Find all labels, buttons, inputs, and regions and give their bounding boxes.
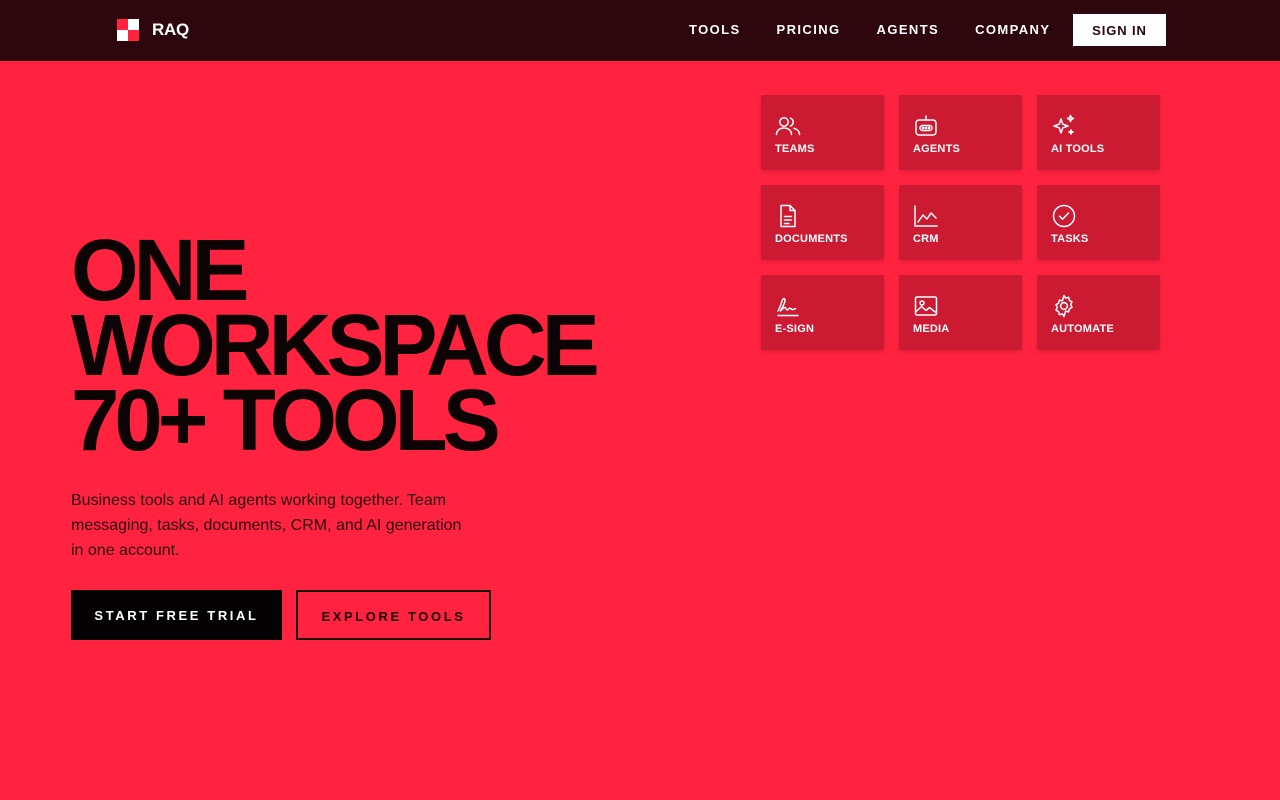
nav-link-company[interactable]: COMPANY [975, 21, 1050, 39]
signature-icon [775, 293, 801, 319]
document-icon [775, 203, 801, 229]
navbar: RAQ TOOLS PRICING AGENTS COMPANY SIGN IN [0, 0, 1280, 61]
chart-line-icon [913, 203, 939, 229]
tool-card-crm[interactable]: CRM [899, 185, 1022, 260]
tool-label: E-SIGN [775, 323, 815, 335]
logo-text: RAQ [152, 20, 189, 39]
tool-label: AI TOOLS [1051, 143, 1105, 155]
logo-icon [117, 19, 139, 41]
tool-label: TASKS [1051, 233, 1089, 245]
tool-label: AUTOMATE [1051, 323, 1114, 335]
gear-icon [1051, 293, 1077, 319]
nav-link-pricing[interactable]: PRICING [777, 21, 841, 39]
tool-card-tasks[interactable]: TASKS [1037, 185, 1160, 260]
sign-in-button[interactable]: SIGN IN [1073, 14, 1166, 46]
tool-card-e-sign[interactable]: E-SIGN [761, 275, 884, 350]
hero-title: ONE WORKSPACE 70+ TOOLS [71, 227, 600, 469]
hero-title-line: 70+ TOOLS [71, 372, 501, 469]
image-icon [913, 293, 939, 319]
nav-links: TOOLS PRICING AGENTS COMPANY [689, 21, 1050, 39]
tool-card-agents[interactable]: AGENTS [899, 95, 1022, 170]
tool-card-automate[interactable]: AUTOMATE [1037, 275, 1160, 350]
sparkles-icon [1051, 113, 1077, 139]
check-circle-icon [1051, 203, 1077, 229]
tool-grid: TEAMS AGENTS AI TOOLS DOCUMENTS CRM TASK… [761, 95, 1160, 350]
tool-label: AGENTS [913, 143, 961, 155]
nav-link-tools[interactable]: TOOLS [689, 21, 741, 39]
tool-card-teams[interactable]: TEAMS [761, 95, 884, 170]
tool-card-media[interactable]: MEDIA [899, 275, 1022, 350]
users-icon [775, 113, 801, 139]
nav-link-agents[interactable]: AGENTS [877, 21, 940, 39]
explore-tools-button[interactable]: EXPLORE TOOLS [296, 590, 491, 640]
tool-label: CRM [913, 233, 939, 245]
hero-subtitle: Business tools and AI agents working tog… [71, 492, 462, 559]
tool-label: TEAMS [775, 143, 815, 155]
tool-label: MEDIA [913, 323, 950, 335]
tool-card-documents[interactable]: DOCUMENTS [761, 185, 884, 260]
logo-link[interactable]: RAQ [117, 19, 189, 41]
start-free-trial-button[interactable]: START FREE TRIAL [71, 590, 282, 640]
robot-icon [913, 113, 939, 139]
tool-label: DOCUMENTS [775, 233, 848, 245]
tool-card-ai-tools[interactable]: AI TOOLS [1037, 95, 1160, 170]
